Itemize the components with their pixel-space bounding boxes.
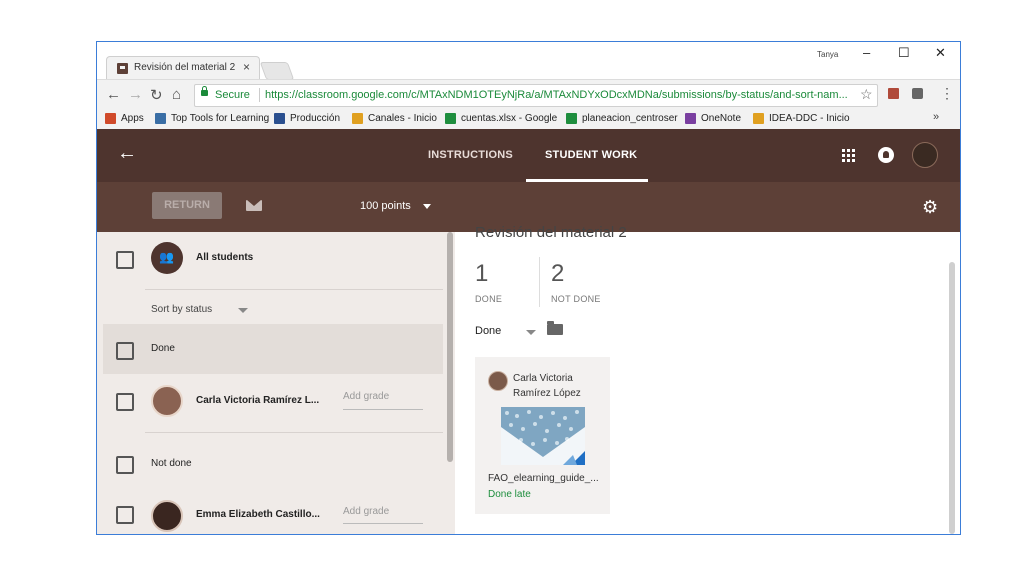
browser-toolbar: ← → ↻ ⌂ Secure https://classroom.google.… — [97, 79, 960, 110]
minimize-icon[interactable]: – — [863, 45, 870, 60]
file-name[interactable]: FAO_elearning_guide_... — [488, 473, 600, 484]
status-filter[interactable]: Done — [475, 325, 501, 337]
close-tab-icon[interactable]: × — [243, 60, 250, 74]
extension-icon[interactable] — [912, 88, 923, 99]
maximize-icon[interactable]: ☐ — [898, 45, 910, 61]
all-students-label: All students — [196, 252, 254, 263]
title-bar: Revisión del material 2 × Tanya – ☐ ✕ — [97, 42, 960, 80]
student-name[interactable]: Emma Elizabeth Castillo... — [196, 509, 320, 520]
bookmark-star-icon[interactable]: ☆ — [860, 86, 873, 103]
browser-tab[interactable]: Revisión del material 2 × — [106, 56, 260, 80]
grade-underline — [343, 409, 423, 410]
home-icon[interactable]: ⌂ — [172, 86, 181, 103]
email-icon[interactable] — [246, 200, 262, 211]
profile-name[interactable]: Tanya — [817, 50, 838, 59]
tab-student-work[interactable]: STUDENT WORK — [545, 149, 637, 161]
select-all-checkbox[interactable] — [116, 251, 134, 269]
student-checkbox[interactable] — [116, 506, 134, 524]
student-avatar — [151, 385, 183, 417]
tab-title: Revisión del material 2 — [134, 62, 236, 73]
file-thumbnail[interactable] — [501, 407, 585, 465]
bookmark-item[interactable]: cuentas.xlsx - Google — [461, 113, 557, 124]
pdf-extension-icon[interactable] — [888, 88, 899, 99]
bookmarks-bar: Apps Top Tools for Learning Producción Cana… — [97, 109, 960, 130]
sort-dropdown-caret-icon[interactable] — [238, 308, 248, 313]
classroom-header: ← INSTRUCTIONS STUDENT WORK — [97, 129, 960, 182]
settings-gear-icon[interactable]: ⚙ — [922, 197, 938, 218]
address-bar[interactable]: Secure https://classroom.google.com/c/MT… — [194, 84, 878, 107]
tab-instructions[interactable]: INSTRUCTIONS — [428, 149, 513, 161]
classroom-favicon-icon — [117, 63, 128, 74]
group-people-icon: 👥 — [151, 242, 183, 274]
student-avatar — [488, 371, 508, 391]
divider — [259, 88, 260, 102]
not-done-section-label: Not done — [151, 458, 192, 469]
back-arrow-icon[interactable]: ← — [117, 142, 137, 165]
idea-icon — [753, 113, 764, 124]
browser-window: Revisión del material 2 × Tanya – ☐ ✕ ← … — [96, 41, 961, 535]
bookmark-item[interactable]: Producción — [290, 113, 340, 124]
student-avatar — [151, 500, 183, 532]
new-tab-button[interactable] — [259, 62, 295, 80]
card-student-first: Carla Victoria — [513, 373, 573, 384]
lock-icon — [201, 86, 208, 96]
bookmark-item[interactable]: planeacion_centroser — [582, 113, 678, 124]
canales-icon — [352, 113, 363, 124]
menu-dots-icon[interactable]: ⋮ — [940, 85, 954, 102]
done-count: 1 — [475, 260, 489, 287]
student-name[interactable]: Carla Victoria Ramírez L... — [196, 395, 319, 406]
submission-status: Done late — [488, 489, 531, 500]
close-window-icon[interactable]: ✕ — [935, 45, 946, 61]
thumbnail-graphic — [501, 407, 585, 465]
notifications-bell-icon[interactable] — [878, 147, 894, 163]
sheets-icon — [566, 113, 577, 124]
divider — [539, 257, 540, 307]
divider — [145, 432, 443, 433]
select-done-checkbox[interactable] — [116, 342, 134, 360]
card-student-name: Carla Victoria Ramírez López — [513, 371, 581, 401]
sheets-icon — [445, 113, 456, 124]
return-button[interactable]: RETURN — [152, 192, 222, 219]
secure-label: Secure — [215, 89, 250, 101]
grade-underline — [343, 523, 423, 524]
bookmark-item[interactable]: Apps — [121, 113, 144, 124]
divider — [145, 289, 443, 290]
card-student-last: Ramírez López — [513, 388, 581, 399]
assignment-title: Revisión del material 2 — [475, 224, 627, 241]
folder-icon[interactable] — [547, 321, 563, 335]
done-section-label: Done — [151, 343, 175, 354]
submission-card[interactable]: Carla Victoria Ramírez López FAO_elearni… — [475, 357, 610, 514]
more-bookmarks-icon[interactable]: » — [933, 111, 939, 123]
bookmark-item[interactable]: IDEA-DDC - Inicio — [769, 113, 850, 124]
apps-grid-icon[interactable] — [842, 149, 855, 162]
back-arrow-icon[interactable]: ← — [106, 86, 121, 103]
scrollbar[interactable] — [949, 262, 955, 534]
url-text[interactable]: https://classroom.google.com/c/MTAxNDM1O… — [265, 89, 855, 101]
points-selector[interactable]: 100 points — [360, 200, 411, 212]
grade-input[interactable]: Add grade — [343, 506, 389, 517]
apps-grid-icon — [105, 113, 116, 124]
select-not-done-checkbox[interactable] — [116, 456, 134, 474]
student-checkbox[interactable] — [116, 393, 134, 411]
onenote-icon — [685, 113, 696, 124]
bookmark-item[interactable]: Canales - Inicio — [368, 113, 437, 124]
bookmark-item[interactable]: Top Tools for Learning — [171, 113, 269, 124]
produccion-icon — [274, 113, 285, 124]
scrollbar[interactable] — [447, 232, 453, 462]
done-count-label: DONE — [475, 294, 503, 304]
dropdown-caret-icon[interactable] — [423, 204, 431, 209]
reload-icon[interactable]: ↻ — [150, 86, 163, 104]
not-done-count-label[interactable]: NOT DONE — [551, 294, 601, 304]
grade-input[interactable]: Add grade — [343, 391, 389, 402]
bookmark-item[interactable]: OneNote — [701, 113, 741, 124]
filter-dropdown-caret-icon[interactable] — [526, 330, 536, 335]
top-tools-icon — [155, 113, 166, 124]
not-done-count[interactable]: 2 — [551, 260, 564, 288]
assignment-panel: Revisión del material 2 1 DONE 2 NOT DON… — [455, 224, 960, 534]
forward-arrow-icon[interactable]: → — [128, 86, 143, 103]
account-avatar[interactable] — [912, 142, 938, 168]
sort-label[interactable]: Sort by status — [151, 304, 212, 315]
student-list-panel: 👥 All students Sort by status Done Carla… — [97, 232, 455, 534]
